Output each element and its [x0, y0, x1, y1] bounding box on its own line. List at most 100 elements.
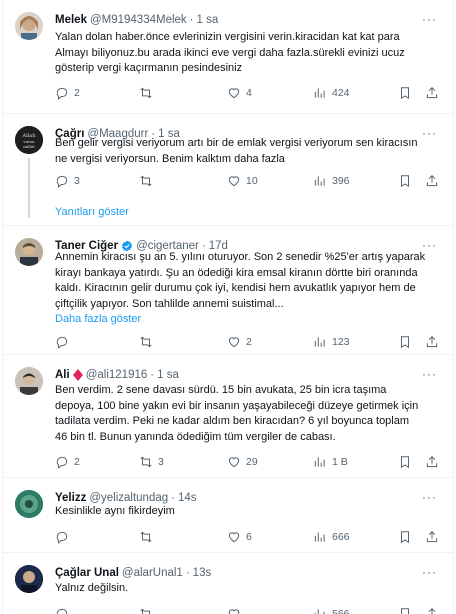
bookmark-icon	[401, 531, 409, 544]
views-button[interactable]: 424	[313, 86, 350, 100]
reply-icon	[56, 456, 68, 469]
views-button[interactable]: 1 B	[313, 455, 348, 469]
display-name[interactable]: Ali	[55, 369, 70, 381]
bookmark-button[interactable]	[398, 174, 412, 188]
share-button[interactable]	[425, 607, 439, 614]
bookmark-button[interactable]	[398, 86, 412, 100]
tweet-text-line: tadilata verdim. Peki ne kadar aldım ben…	[55, 415, 410, 427]
views-button[interactable]: 666	[313, 530, 350, 544]
tweet-text: Ben verdim. 2 sene davası sürdü. 15 bin …	[55, 383, 437, 445]
reply-button[interactable]: 2	[55, 455, 80, 469]
reply-count: 2	[74, 87, 80, 99]
timestamp[interactable]: 14s	[178, 492, 197, 504]
view-count: 396	[332, 175, 350, 187]
more-options-icon[interactable]: ···	[422, 12, 437, 26]
share-button[interactable]	[425, 530, 439, 544]
tweet-text: Ben gelir vergisi veriyorum artı bir de …	[55, 136, 437, 167]
retweet-button[interactable]	[139, 607, 158, 614]
user-handle[interactable]: @alarUnal1	[122, 567, 183, 579]
user-handle[interactable]: @ali121916	[86, 369, 148, 381]
tweet[interactable]: Çağlar Unal @alarUnal1 · 13s ··· Yalnız …	[3, 553, 453, 614]
heart-icon	[228, 88, 240, 99]
views-icon	[314, 176, 325, 186]
more-options-icon[interactable]: ···	[422, 565, 437, 579]
reply-icon	[56, 87, 68, 100]
bookmark-button[interactable]	[398, 607, 412, 614]
share-button[interactable]	[425, 86, 439, 100]
reply-button[interactable]	[55, 530, 74, 544]
retweet-button[interactable]	[139, 530, 158, 544]
like-count: 6	[246, 531, 252, 543]
bookmark-button[interactable]	[398, 455, 412, 469]
tweet-text-line: Yalnız değilsin.	[55, 582, 129, 594]
tweet-text-line: çiftçilik yapıyor. Son tahlilde annemi s…	[55, 297, 284, 310]
tweet-text: Yalnız değilsin.	[55, 581, 437, 597]
timestamp[interactable]: 13s	[193, 567, 212, 579]
display-name[interactable]: Yelizz	[55, 492, 86, 504]
retweet-button[interactable]	[139, 86, 158, 100]
tweet-text-line: Ben verdim. 2 sene davası sürdü. 15 bin …	[55, 384, 387, 396]
user-handle[interactable]: @yelizaltundag	[89, 492, 168, 504]
bookmark-button[interactable]	[398, 530, 412, 544]
timestamp[interactable]: 1 sa	[197, 14, 219, 26]
tweet-header: Melek @M9194334Melek · 1 sa ···	[55, 12, 441, 28]
retweet-button[interactable]: 3	[139, 455, 164, 469]
tweet-text-line: Kesinlikle aynı fikirdeyim	[55, 505, 175, 517]
show-more-link[interactable]: Daha fazla göster	[55, 312, 437, 328]
tweet[interactable]: Taner Ciğer @cigertaner · 17d ··· Annemi…	[3, 226, 453, 355]
heart-icon	[228, 609, 240, 614]
share-button[interactable]	[425, 335, 439, 349]
like-button[interactable]: 2	[227, 335, 252, 349]
like-button[interactable]: 29	[227, 455, 258, 469]
separator-dot: ·	[171, 492, 175, 504]
avatar[interactable]: Allah vatan millet	[15, 126, 43, 154]
bookmark-icon	[401, 87, 409, 100]
share-icon	[426, 336, 438, 348]
display-name[interactable]: Melek	[55, 14, 87, 26]
tweet-actions: 566	[55, 606, 441, 614]
tweet-actions: 2 4 424	[55, 85, 441, 101]
avatar[interactable]	[15, 490, 43, 518]
like-button[interactable]: 4	[227, 86, 252, 100]
avatar[interactable]	[15, 238, 43, 266]
retweet-icon	[140, 175, 152, 187]
share-button[interactable]	[425, 455, 439, 469]
reply-button[interactable]: 2	[55, 86, 80, 100]
more-options-icon[interactable]: ···	[422, 490, 437, 504]
views-button[interactable]: 566	[313, 607, 350, 614]
tweet[interactable]: Melek @M9194334Melek · 1 sa ··· Yalan do…	[3, 0, 453, 114]
reply-button[interactable]	[55, 335, 74, 349]
tweet-header: Ali @ali121916 · 1 sa ···	[55, 367, 441, 383]
heart-icon	[228, 337, 240, 348]
timestamp[interactable]: 1 sa	[157, 369, 179, 381]
tweet-actions: 6 666	[55, 529, 441, 545]
retweet-icon	[140, 531, 152, 543]
share-button[interactable]	[425, 174, 439, 188]
heart-icon	[228, 176, 240, 187]
tweet[interactable]: Yelizz @yelizaltundag · 14s ··· Kesinlik…	[3, 478, 453, 553]
views-button[interactable]: 123	[313, 335, 350, 349]
reply-button[interactable]	[55, 607, 74, 614]
more-options-icon[interactable]: ···	[422, 367, 437, 381]
retweet-button[interactable]	[139, 174, 158, 188]
show-replies-link[interactable]: Yanıtları göster	[55, 206, 129, 218]
retweet-button[interactable]	[139, 335, 158, 349]
reply-button[interactable]: 3	[55, 174, 80, 188]
views-icon	[314, 609, 325, 614]
tweet[interactable]: Allah vatan millet Çağrı @Maagdurr · 1 sa …	[3, 114, 453, 226]
heart-icon	[228, 457, 240, 468]
tweet-text-line: kaldı. Kiracının gelir durumu çok iyi, k…	[55, 282, 416, 294]
display-name[interactable]: Çağlar Unal	[55, 567, 119, 579]
view-count: 1 B	[332, 456, 348, 468]
avatar[interactable]	[15, 367, 43, 395]
like-button[interactable]	[227, 607, 246, 614]
separator-dot: ·	[150, 369, 155, 381]
tweet[interactable]: Ali @ali121916 · 1 sa ··· Ben verdim. 2 …	[3, 355, 453, 478]
avatar[interactable]	[15, 12, 43, 40]
avatar[interactable]	[15, 565, 43, 593]
bookmark-button[interactable]	[398, 335, 412, 349]
views-button[interactable]: 396	[313, 174, 350, 188]
like-button[interactable]: 10	[227, 174, 258, 188]
like-button[interactable]: 6	[227, 530, 252, 544]
user-handle[interactable]: @M9194334Melek	[90, 14, 187, 26]
